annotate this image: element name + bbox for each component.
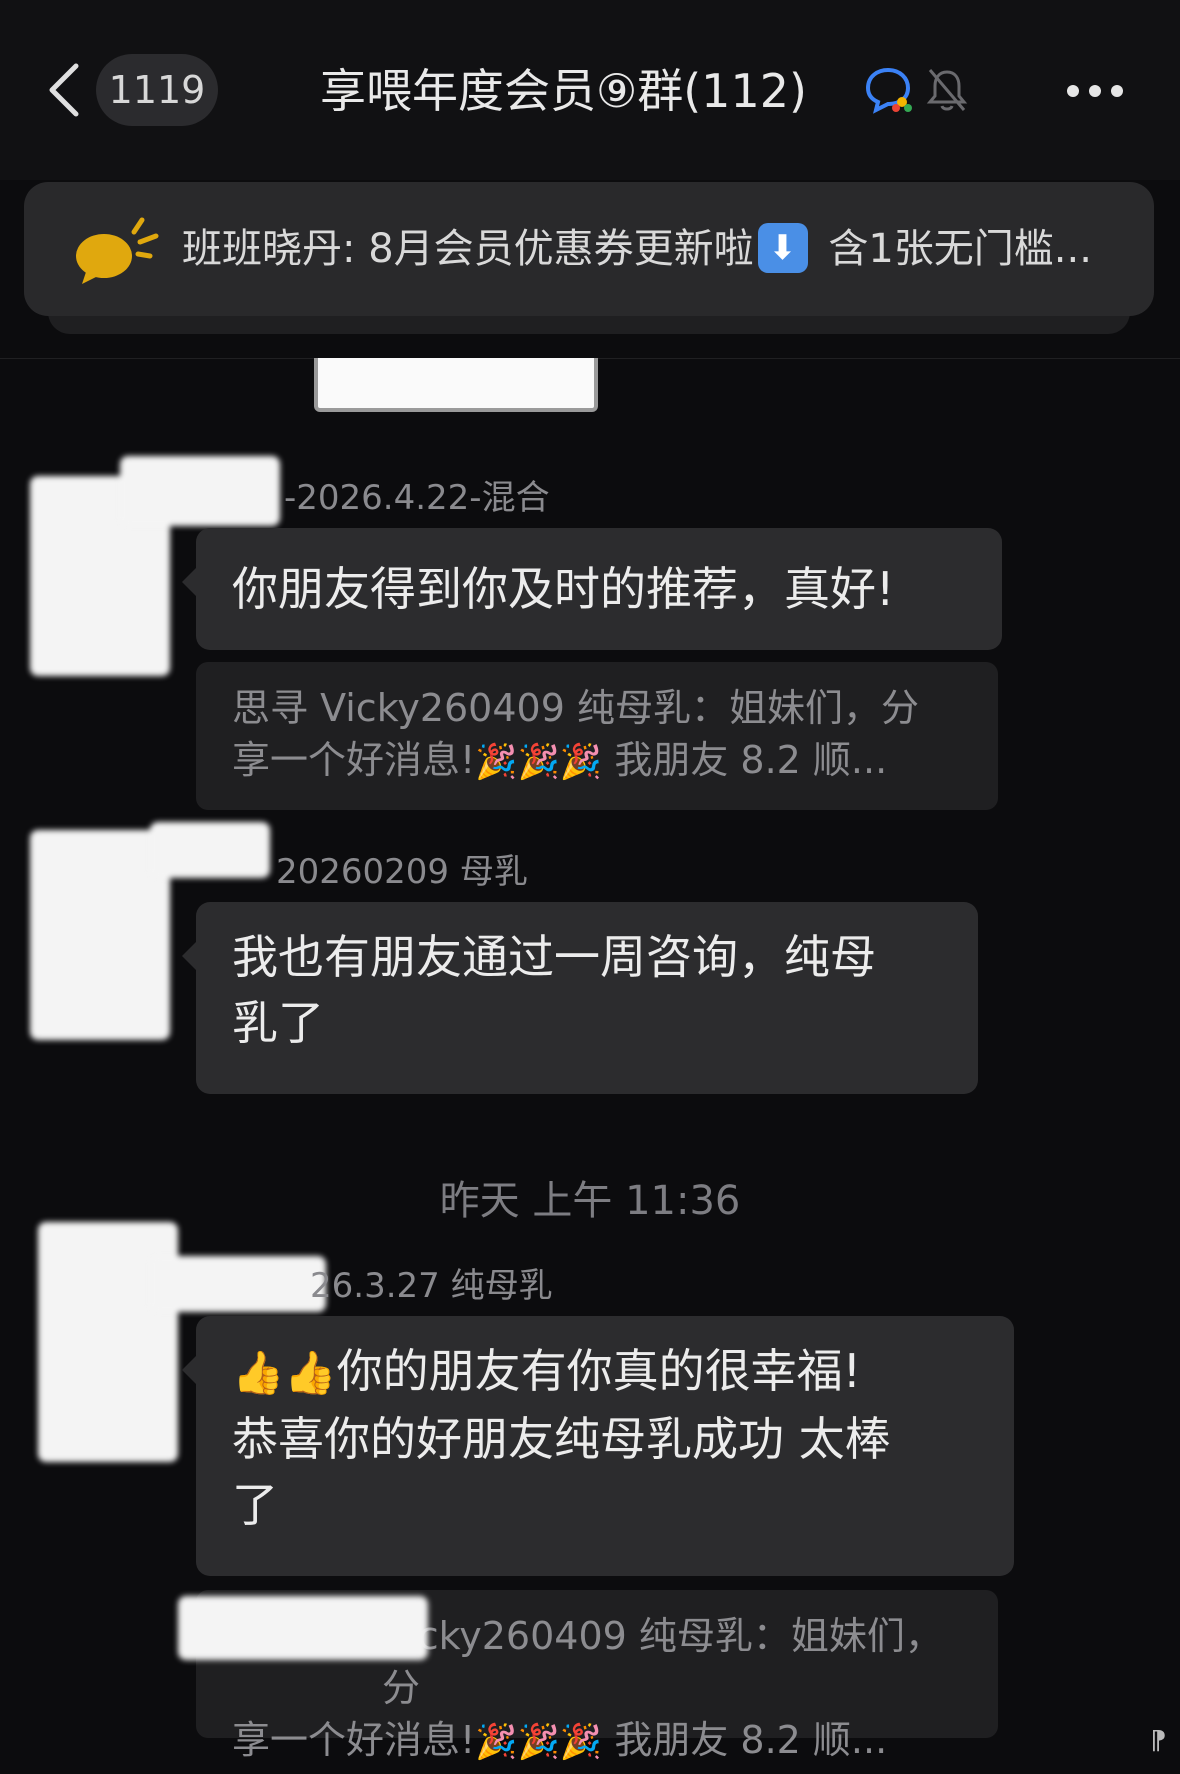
timestamp: 昨天 上午 11:36 bbox=[439, 1178, 741, 1224]
sender-name: 20260209 母乳 bbox=[276, 852, 528, 892]
redacted-name bbox=[120, 456, 280, 526]
chat-header: 1119 享喂年度会员⑨群(112) bbox=[0, 0, 1180, 180]
redacted-avatar bbox=[30, 830, 170, 1040]
sender-name: -2026.4.22-混合 bbox=[284, 478, 550, 518]
down-arrow-icon: ⬇ bbox=[757, 223, 808, 273]
message-bubble[interactable]: 👍👍你的朋友有你真的很幸福! 恭喜你的好朋友纯母乳成功 太棒 了 bbox=[182, 1316, 1014, 1576]
quote-line: 享一个好消息!🎉🎉🎉 我朋友 8.2 顺... bbox=[232, 1718, 888, 1762]
bell-off-icon[interactable] bbox=[926, 66, 968, 114]
message-bubble[interactable]: 你朋友得到你及时的推荐，真好! bbox=[182, 528, 1002, 650]
thumbs-up-emoji: 👍👍 bbox=[232, 1348, 337, 1397]
message-line: 了 bbox=[232, 1478, 278, 1532]
sender-name: 26.3.27 纯母乳 bbox=[310, 1266, 553, 1306]
more-dots-icon[interactable] bbox=[1066, 84, 1124, 98]
quoted-message[interactable]: 思寻 Vicky260409 纯母乳：姐妹们，分 享一个好消息!🎉🎉🎉 我朋友 … bbox=[196, 662, 998, 810]
announcement-text: 班班晓丹: 8月会员优惠券更新啦 ⬇ 含1张无门槛... bbox=[182, 182, 1092, 316]
image-message-partial[interactable] bbox=[314, 358, 598, 412]
group-chat-icon[interactable] bbox=[862, 66, 914, 114]
back-chevron-icon[interactable] bbox=[44, 62, 84, 118]
unread-count-badge[interactable]: 1119 bbox=[96, 54, 218, 126]
redacted-name bbox=[150, 1256, 326, 1312]
party-popper-emoji: 🎉🎉🎉 bbox=[475, 742, 603, 782]
watermark-icon: ⁋ bbox=[1150, 1726, 1167, 1756]
message-line: 👍👍你的朋友有你真的很幸福! bbox=[232, 1344, 862, 1398]
message-line: 我也有朋友通过一周咨询，纯母 bbox=[232, 930, 876, 984]
redacted-name bbox=[150, 822, 270, 878]
group-announcement-banner[interactable]: 班班晓丹: 8月会员优惠券更新啦 ⬇ 含1张无门槛... bbox=[24, 182, 1154, 316]
quote-line: 思寻 Vicky260409 纯母乳：姐妹们，分 bbox=[232, 686, 919, 730]
message-line: 恭喜你的好朋友纯母乳成功 太棒 bbox=[232, 1412, 891, 1466]
group-title[interactable]: 享喂年度会员⑨群(112) bbox=[320, 56, 807, 126]
redacted-name bbox=[178, 1596, 428, 1660]
megaphone-icon bbox=[76, 217, 159, 284]
party-popper-emoji: 🎉🎉🎉 bbox=[475, 1722, 603, 1762]
message-bubble[interactable]: 我也有朋友通过一周咨询，纯母 乳了 bbox=[182, 902, 978, 1094]
message-line: 乳了 bbox=[232, 996, 324, 1050]
quote-line: 享一个好消息!🎉🎉🎉 我朋友 8.2 顺... bbox=[232, 738, 888, 782]
